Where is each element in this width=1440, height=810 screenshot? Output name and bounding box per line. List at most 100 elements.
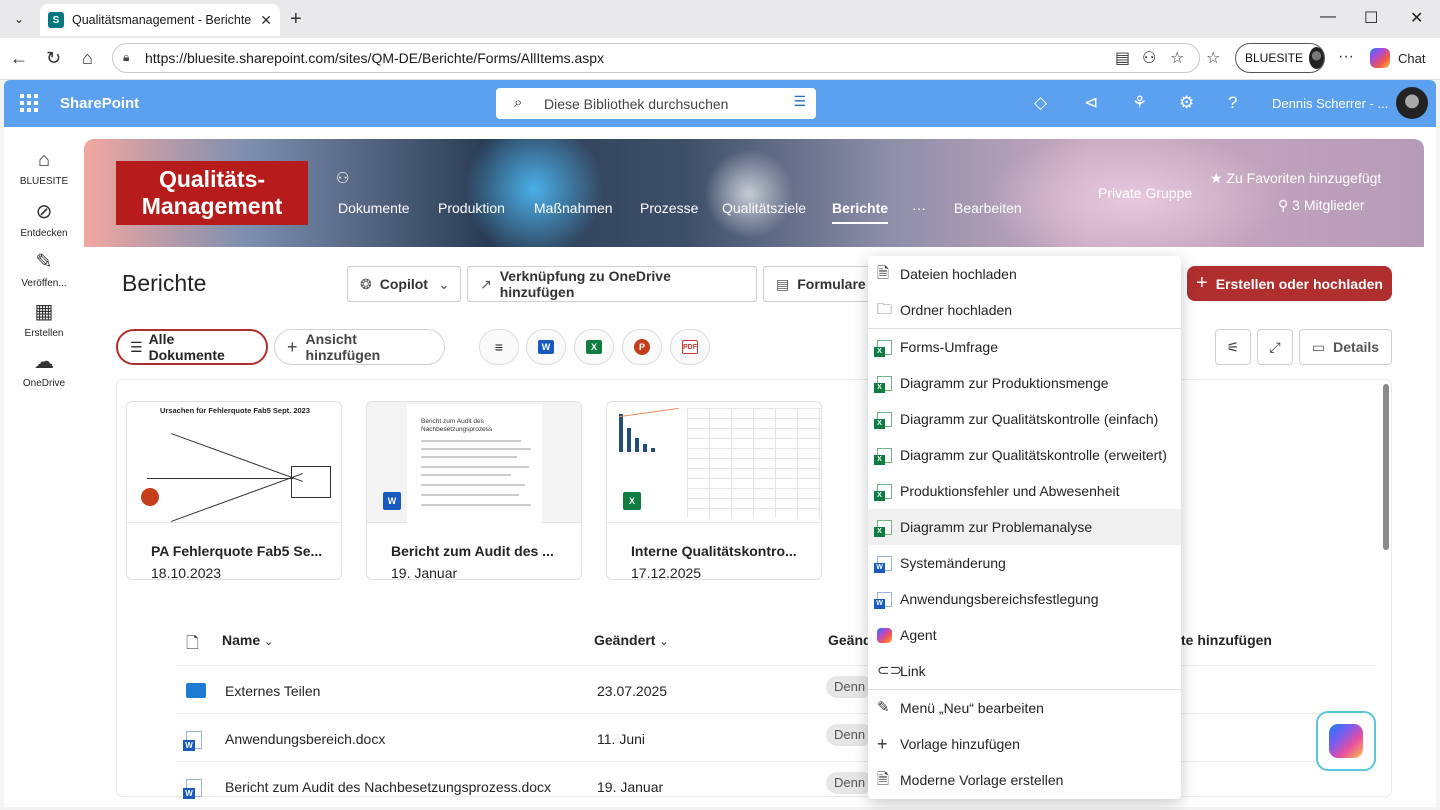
favorite-star-icon[interactable]: ☆ <box>1170 48 1184 68</box>
minimize-icon[interactable]: — <box>1320 8 1336 26</box>
filter-icon[interactable]: ☰ <box>793 93 806 110</box>
row-name[interactable]: Bericht zum Audit des Nachbesetzungsproz… <box>225 779 551 795</box>
table-row[interactable]: Anwendungsbereich.docx 11. Juni Denn <box>176 713 1376 761</box>
menu-item-production-chart[interactable]: Diagramm zur Produktionsmenge <box>868 365 1181 401</box>
menu-item-upload-folder[interactable]: 🗀︎ Ordner hochladen <box>868 292 1181 328</box>
menu-item-qc-chart-extended[interactable]: Diagramm zur Qualitätskontrolle (erweite… <box>868 437 1181 473</box>
card-name: PA Fehlerquote Fab5 Se... <box>151 543 323 559</box>
site-logo[interactable]: Qualitäts- Management <box>116 161 308 225</box>
filter-word-button[interactable]: W <box>526 329 566 365</box>
nav-more[interactable]: ··· <box>912 200 926 216</box>
chat-button[interactable]: Chat <box>1370 48 1425 68</box>
back-icon[interactable]: ← <box>10 48 28 69</box>
app-name[interactable]: SharePoint <box>60 95 139 112</box>
copilot-label: Copilot <box>379 276 428 292</box>
address-bar[interactable]: 🔒︎ https://bluesite.sharepoint.com/sites… <box>112 43 1200 73</box>
add-onedrive-shortcut-button[interactable]: ↗ Verknüpfung zu OneDrive hinzufügen <box>467 266 757 302</box>
account-icon[interactable]: ⚇ <box>1142 48 1156 68</box>
menu-item-qc-chart-simple[interactable]: Diagramm zur Qualitätskontrolle (einfach… <box>868 401 1181 437</box>
menu-item-forms-survey[interactable]: Forms-Umfrage <box>868 329 1181 365</box>
nav-dokumente[interactable]: Dokumente <box>338 200 410 216</box>
filter-excel-button[interactable]: X <box>574 329 614 365</box>
column-name[interactable]: Name ⌄ <box>222 632 273 648</box>
nav-prozesse[interactable]: Prozesse <box>640 200 698 216</box>
teams-icon[interactable]: ⚇ <box>336 169 349 187</box>
reader-view-icon[interactable]: ▤ <box>1115 48 1130 68</box>
rail-item-discover[interactable]: ⊘ Entdecken <box>4 199 84 239</box>
favorites-icon[interactable]: ☆ <box>1206 48 1220 68</box>
agent-icon <box>877 628 892 643</box>
forms-button[interactable]: ▤ Formulare <box>763 266 873 302</box>
file-card[interactable]: Ursachen für Fehlerquote Fab5 Sept. 2023… <box>126 401 342 580</box>
copilot-button[interactable]: ❂ Copilot ⌄ <box>347 266 461 302</box>
details-icon: ▭ <box>1311 338 1326 355</box>
help-icon[interactable]: ? <box>1228 93 1237 113</box>
user-name[interactable]: Dennis Scherrer - ... <box>1272 96 1388 111</box>
rail-item-publish[interactable]: ✎ Veröffen... <box>4 249 84 289</box>
favorite-label: Zu Favoriten hinzugefügt <box>1226 170 1382 186</box>
favorite-button[interactable]: ★ Zu Favoriten hinzugefügt <box>1210 170 1381 187</box>
create-upload-button[interactable]: + Erstellen oder hochladen <box>1187 266 1392 301</box>
refresh-icon[interactable]: ↻ <box>46 48 61 69</box>
tab-list-button[interactable]: ⌄ <box>6 6 32 32</box>
nav-bearbeiten[interactable]: Bearbeiten <box>954 200 1022 216</box>
column-add[interactable]: te hinzufügen <box>1181 632 1272 648</box>
page-title: Berichte <box>122 270 207 296</box>
menu-item-edit-new-menu[interactable]: ✎ Menü „Neu“ bearbeiten <box>868 690 1181 726</box>
maximize-icon[interactable]: ☐ <box>1364 8 1378 28</box>
add-view-button[interactable]: + Ansicht hinzufügen <box>274 329 445 365</box>
profile-button[interactable]: BLUESITE <box>1235 43 1325 73</box>
card-thumbnail: Ursachen für Fehlerquote Fab5 Sept. 2023 <box>127 402 341 523</box>
copilot-icon <box>1370 48 1390 68</box>
view-all-documents[interactable]: ☰ Alle Dokumente <box>116 329 268 365</box>
filter-button[interactable]: ≡ <box>479 329 519 365</box>
copilot-floating-button[interactable] <box>1316 711 1376 771</box>
rail-item-create[interactable]: ▦ Erstellen <box>4 299 84 339</box>
menu-item-production-errors[interactable]: Produktionsfehler und Abwesenheit <box>868 473 1181 509</box>
close-tab-icon[interactable]: ✕ <box>260 12 272 29</box>
fullscreen-button[interactable]: ⤢ <box>1257 329 1293 365</box>
table-row[interactable]: Bericht zum Audit des Nachbesetzungsproz… <box>176 761 1376 809</box>
menu-item-upload-files[interactable]: 🗎︎ Dateien hochladen <box>868 256 1181 292</box>
scrollbar[interactable] <box>1383 384 1389 550</box>
row-name[interactable]: Externes Teilen <box>225 683 320 699</box>
column-modified[interactable]: Geändert ⌄ <box>594 632 669 648</box>
menu-item-link[interactable]: ⊂⊃ Link <box>868 653 1181 689</box>
menu-item-add-template[interactable]: + Vorlage hinzufügen <box>868 726 1181 762</box>
column-name-label: Name <box>222 632 261 648</box>
menu-item-system-change[interactable]: Systemänderung <box>868 545 1181 581</box>
megaphone-icon[interactable]: ⊲ <box>1084 93 1098 113</box>
avatar[interactable] <box>1396 87 1428 119</box>
menu-item-problem-analysis[interactable]: Diagramm zur Problemanalyse <box>868 509 1181 545</box>
table-row[interactable]: Externes Teilen 23.07.2025 Denn <box>176 665 1376 713</box>
details-button[interactable]: ▭ Details <box>1299 329 1392 365</box>
file-card[interactable]: Bericht zum Audit des Nachbesetzungsproz… <box>366 401 582 580</box>
row-name[interactable]: Anwendungsbereich.docx <box>225 731 385 747</box>
app-launcher-icon[interactable] <box>20 94 38 112</box>
search-input[interactable]: ⌕ Diese Bibliothek durchsuchen ☰ <box>496 88 816 119</box>
menu-item-agent[interactable]: Agent <box>868 617 1181 653</box>
filter-powerpoint-button[interactable]: P <box>622 329 662 365</box>
teams-connect-icon[interactable]: ⚘ <box>1132 93 1147 113</box>
settings-gear-icon[interactable]: ⚙ <box>1179 93 1194 113</box>
nav-berichte[interactable]: Berichte <box>832 200 889 224</box>
customize-view-button[interactable]: ⚟ <box>1215 329 1251 365</box>
home-icon[interactable]: ⌂ <box>82 48 93 69</box>
rail-item-onedrive[interactable]: ☁ OneDrive <box>4 349 84 389</box>
file-card[interactable]: X Interne Qualitätskontro... 17.12.2025 <box>606 401 822 580</box>
diamond-icon[interactable]: ◇ <box>1034 93 1047 113</box>
menu-label: Diagramm zur Problemanalyse <box>900 519 1093 535</box>
column-modified-by[interactable]: Geänd <box>828 632 872 648</box>
rail-item-home[interactable]: ⌂ BLUESITE <box>4 149 84 187</box>
new-tab-icon[interactable]: + <box>290 8 302 31</box>
filter-pdf-button[interactable]: PDF <box>670 329 710 365</box>
nav-produktion[interactable]: Produktion <box>438 200 505 216</box>
nav-massnahmen[interactable]: Maßnahmen <box>534 200 613 216</box>
members-button[interactable]: ⚲ 3 Mitglieder <box>1278 197 1365 214</box>
more-icon[interactable]: ··· <box>1338 48 1354 66</box>
nav-qualitaetsziele[interactable]: Qualitätsziele <box>722 200 806 216</box>
close-window-icon[interactable]: ✕ <box>1410 8 1423 28</box>
menu-item-modern-template[interactable]: 🗎︎ Moderne Vorlage erstellen <box>868 762 1181 798</box>
menu-item-scope-definition[interactable]: Anwendungsbereichsfestlegung <box>868 581 1181 617</box>
browser-tab[interactable]: S Qualitätsmanagement - Berichte - ... ✕ <box>40 4 280 36</box>
